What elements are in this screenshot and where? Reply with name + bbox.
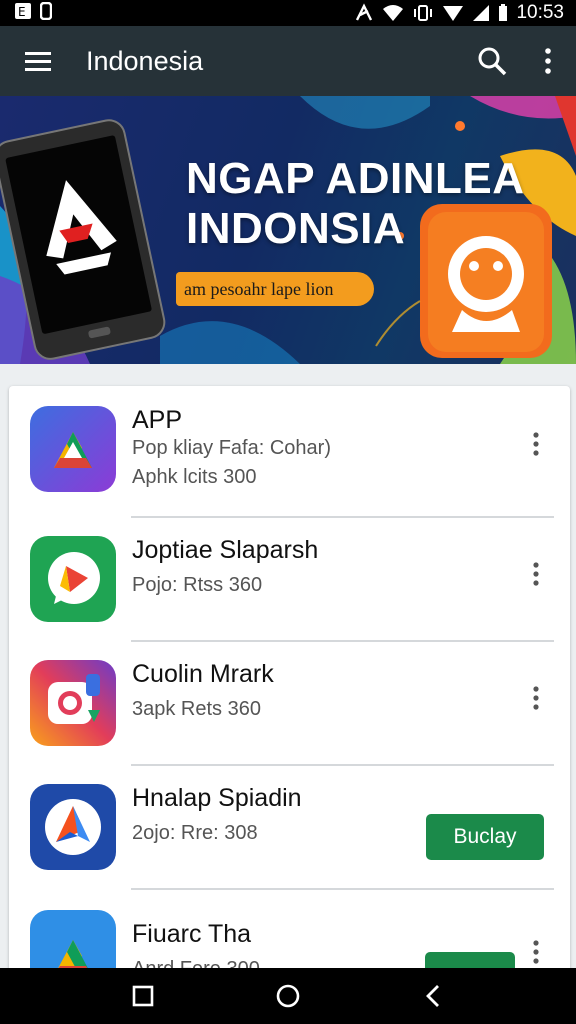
cell-signal-icon (472, 4, 490, 22)
banner-cta-pill[interactable]: am pesoahr lape lion (176, 272, 374, 306)
more-vert-icon (545, 48, 551, 74)
menu-icon (25, 52, 51, 71)
app-name: APP (132, 406, 183, 434)
banner-headline-line2: INDONSIA (186, 204, 406, 253)
battery-icon (498, 4, 508, 22)
vibrate-icon (412, 4, 434, 22)
recents-square-icon (132, 985, 153, 1007)
list-item[interactable]: Hnalap Spiadin 2ojo: Rre: 308 Buclay (9, 766, 570, 890)
menu-button[interactable] (0, 26, 76, 96)
screen: E 10:53 Indonesia NGAP ADINLEA INDONSIA … (0, 0, 576, 1024)
system-nav-bar (0, 968, 576, 1024)
more-vert-icon (533, 940, 539, 964)
status-bar: E 10:53 (0, 0, 576, 26)
search-icon (478, 47, 507, 76)
app-name: Cuolin Mrark (132, 660, 274, 688)
more-vert-icon (533, 432, 539, 456)
home-button[interactable] (258, 968, 318, 1024)
more-vert-icon (533, 686, 539, 710)
more-vert-icon (533, 562, 539, 586)
app-bar: Indonesia (0, 26, 576, 96)
status-right: 10:53 (354, 2, 564, 24)
banner-headline: NGAP ADINLEA INDONSIA (186, 154, 524, 254)
app-list-card: APP Pop kliay Fafa: Cohar) Aphk lcits 30… (9, 386, 570, 986)
sim-icon (39, 1, 53, 24)
app-name: Joptiae Slaparsh (132, 536, 319, 564)
list-item[interactable]: Cuolin Mrark 3apk Rets 360 (9, 642, 570, 766)
app-subtitle-secondary: Aphk lcits 300 (132, 466, 257, 488)
search-button[interactable] (464, 26, 520, 96)
notification-icon: E (14, 2, 32, 24)
signal-icon (442, 4, 464, 22)
app-name: Fiuarc Tha (132, 920, 252, 948)
app-subtitle: Pop kliay Fafa: Cohar) (132, 437, 331, 459)
back-button[interactable] (403, 968, 463, 1024)
app-icon-camera (30, 660, 116, 746)
svg-text:E: E (18, 5, 26, 19)
back-chevron-icon (426, 985, 440, 1007)
app-subtitle: Pojo: Rtss 360 (132, 574, 263, 596)
home-circle-icon (276, 984, 300, 1008)
item-more-button[interactable] (521, 554, 551, 594)
app-icon-navigation (30, 784, 116, 870)
list-item[interactable]: APP Pop kliay Fafa: Cohar) Aphk lcits 30… (9, 386, 570, 518)
status-left: E (14, 1, 53, 24)
promo-banner[interactable]: NGAP ADINLEA INDONSIA am pesoahr lape li… (0, 96, 576, 364)
item-more-button[interactable] (521, 678, 551, 718)
app-name: Hnalap Spiadin (132, 784, 302, 812)
item-more-button[interactable] (521, 932, 551, 972)
app-icon-drive (30, 406, 116, 492)
app-subtitle: 3apk Rets 360 (132, 698, 261, 720)
app-subtitle: 2ojo: Rre: 308 (132, 822, 258, 844)
wifi-icon (382, 4, 404, 22)
nfc-icon (354, 3, 374, 23)
more-options-button[interactable] (520, 26, 576, 96)
recents-button[interactable] (113, 968, 173, 1024)
install-button[interactable]: Buclay (426, 814, 544, 860)
banner-headline-line1: NGAP ADINLEA (186, 154, 525, 203)
status-time: 10:53 (516, 2, 564, 23)
item-more-button[interactable] (521, 424, 551, 464)
app-icon-chat (30, 536, 116, 622)
app-title: Indonesia (86, 45, 204, 76)
list-item[interactable]: Joptiae Slaparsh Pojo: Rtss 360 (9, 518, 570, 642)
